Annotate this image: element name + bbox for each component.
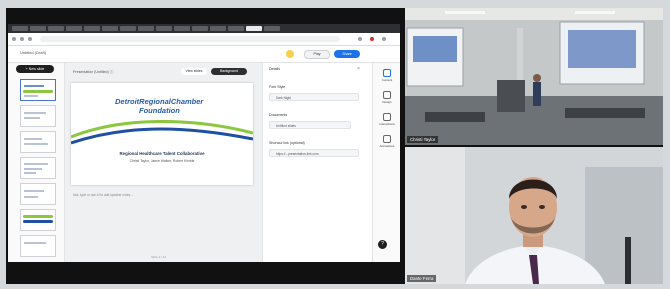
- rail-item-content[interactable]: Content: [375, 69, 399, 82]
- font-label: Font Style: [269, 85, 286, 89]
- browser-menu-icon[interactable]: [382, 37, 386, 41]
- font-select[interactable]: Dark Night: [269, 93, 359, 101]
- slide-thumbnail[interactable]: [20, 131, 56, 153]
- url-field[interactable]: [40, 36, 340, 42]
- view-slides-button[interactable]: View slides: [181, 68, 207, 75]
- browser-tab[interactable]: [138, 26, 154, 31]
- browser-tab[interactable]: [66, 26, 82, 31]
- reload-icon[interactable]: [28, 37, 32, 41]
- slide-thumbnail[interactable]: [20, 105, 56, 127]
- right-rail: Content Design Interactions Animations: [372, 63, 400, 262]
- browser-tab[interactable]: [210, 26, 226, 31]
- slide-thumbnail[interactable]: [20, 157, 56, 179]
- interactions-icon: [383, 113, 391, 121]
- slide-subtitle: Christi Taylor, Jamie Walker, Robert Kim…: [129, 159, 195, 163]
- slide-counter: Slide 1 / 12: [151, 255, 167, 259]
- background-button[interactable]: Background: [211, 68, 247, 75]
- slide-editor: Presentation (Untitled) ⓘ View slides Ba…: [65, 63, 262, 262]
- extensions-icon[interactable]: [358, 37, 362, 41]
- browser-tab[interactable]: [84, 26, 100, 31]
- document-title[interactable]: Untitled (Draft): [20, 50, 46, 55]
- app-header: Untitled (Draft) Play Share: [8, 46, 400, 63]
- canvas-toolbar: Presentation (Untitled) ⓘ: [73, 70, 114, 74]
- play-button[interactable]: Play: [304, 50, 330, 59]
- browser-tab[interactable]: [48, 26, 64, 31]
- shared-screen: Untitled (Draft) Play Share + New slide: [8, 24, 400, 262]
- share-button[interactable]: Share: [334, 50, 360, 58]
- participant-video: [405, 147, 663, 284]
- design-icon: [383, 91, 391, 99]
- documents-label: Documents: [269, 113, 288, 117]
- browser-tab[interactable]: [192, 26, 208, 31]
- browser-tab[interactable]: [30, 26, 46, 31]
- forward-icon[interactable]: [20, 37, 24, 41]
- slide-thumbnail[interactable]: [20, 209, 56, 231]
- browser-tab[interactable]: [102, 26, 118, 31]
- browser-tab[interactable]: [174, 26, 190, 31]
- help-icon[interactable]: ?: [378, 240, 387, 249]
- close-icon[interactable]: ×: [357, 66, 360, 72]
- browser-tab-strip: [8, 24, 400, 33]
- slide-canvas[interactable]: DetroitRegionalChamber Foundation Region…: [71, 83, 253, 185]
- rail-item-interactions[interactable]: Interactions: [375, 113, 399, 126]
- panel-heading: Details: [269, 67, 280, 71]
- slide-thumbnail[interactable]: [20, 183, 56, 205]
- properties-panel: Details × Font Style Dark Night Document…: [262, 63, 373, 262]
- browser-tab[interactable]: [12, 26, 28, 31]
- browser-tab[interactable]: [264, 26, 280, 31]
- logo-swoosh: [71, 120, 253, 145]
- browser-tab[interactable]: [228, 26, 244, 31]
- link-label: Shortcut link (optional): [269, 141, 305, 145]
- rail-item-design[interactable]: Design: [375, 91, 399, 104]
- browser-tab-active[interactable]: [246, 26, 262, 31]
- profile-icon[interactable]: [370, 37, 374, 41]
- documents-field[interactable]: Untitled slides: [269, 121, 351, 129]
- participant-name: Christi Taylor: [407, 136, 439, 143]
- avatar[interactable]: [286, 50, 294, 58]
- new-slide-button[interactable]: + New slide: [16, 65, 54, 73]
- browser-tab[interactable]: [156, 26, 172, 31]
- video-tile-room[interactable]: Christi Taylor: [405, 8, 663, 145]
- slide-filmstrip: + New slide: [8, 63, 65, 262]
- speaker-notes-input[interactable]: Ask, type or use AI to add speaker notes…: [73, 193, 133, 197]
- browser-address-bar: [8, 33, 400, 46]
- back-icon[interactable]: [12, 37, 16, 41]
- browser-tab[interactable]: [120, 26, 136, 31]
- conference-room-video: [405, 8, 663, 145]
- link-field[interactable]: https://...presentation-link.com: [269, 149, 359, 157]
- rail-item-animations[interactable]: Animations: [375, 135, 399, 148]
- video-tile-person[interactable]: Dante Ferra: [405, 147, 663, 284]
- content-icon: [383, 69, 391, 77]
- slide-title: Regional Healthcare Talent Collaborative: [119, 151, 205, 156]
- slide-thumbnail[interactable]: [20, 79, 56, 101]
- participant-name: Dante Ferra: [407, 275, 437, 282]
- animations-icon: [383, 135, 391, 143]
- slide-thumbnail[interactable]: [20, 235, 56, 257]
